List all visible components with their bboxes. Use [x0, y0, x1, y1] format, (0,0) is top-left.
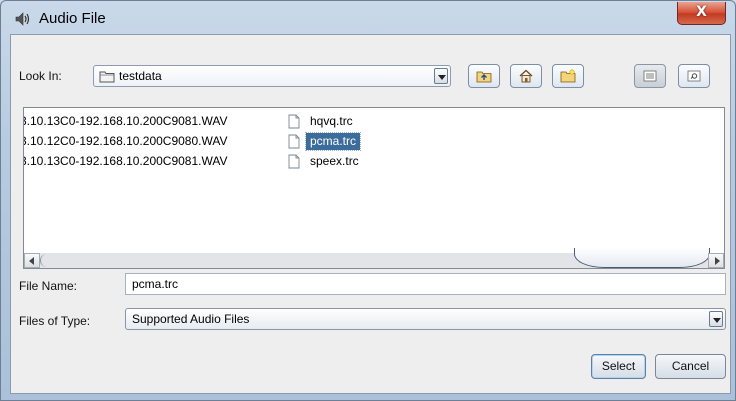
home-button[interactable] — [510, 64, 542, 88]
scrollbar-thumb[interactable] — [574, 248, 710, 268]
dialog-body: Look In: testdata 3.10.13C0-192.168.10.2… — [10, 34, 731, 394]
file-name-field[interactable]: pcma.trc — [125, 273, 726, 295]
folder-icon — [99, 71, 115, 83]
details-view-button[interactable] — [678, 64, 710, 88]
chevron-down-icon[interactable] — [709, 311, 723, 327]
file-name: pcma.trc — [304, 131, 362, 151]
speaker-icon — [15, 12, 30, 26]
list-item[interactable]: 3.10.13C0-192.168.10.200C9081.WAV — [24, 111, 227, 131]
file-list[interactable]: 3.10.13C0-192.168.10.200C9081.WAV 3.10.1… — [23, 107, 725, 255]
scroll-left-button[interactable] — [24, 253, 40, 268]
list-view-icon — [643, 70, 657, 82]
chevron-down-icon[interactable] — [434, 68, 448, 84]
files-of-type-label: Files of Type: — [19, 314, 91, 328]
new-folder-button[interactable] — [552, 64, 584, 88]
list-item[interactable]: hqvq.trc — [288, 111, 363, 131]
look-in-label: Look In: — [19, 69, 62, 83]
file-icon — [288, 134, 300, 148]
files-of-type-value: Supported Audio Files — [132, 312, 250, 326]
new-folder-icon — [560, 69, 576, 83]
wav-column: 3.10.13C0-192.168.10.200C9081.WAV 3.10.1… — [24, 111, 227, 171]
look-in-combo[interactable]: testdata — [93, 65, 451, 87]
list-view-button[interactable] — [634, 64, 666, 88]
dialog-window: Audio File X Look In: testdata 3.10.13C0… — [0, 0, 736, 401]
scrollbar-track-edge — [40, 254, 59, 267]
list-item[interactable]: speex.trc — [288, 151, 363, 171]
scroll-right-button[interactable] — [708, 253, 724, 268]
look-in-value: testdata — [119, 69, 162, 83]
home-icon — [519, 69, 533, 83]
details-view-icon — [687, 70, 701, 82]
cancel-button[interactable]: Cancel — [655, 354, 726, 379]
up-one-level-button[interactable] — [468, 64, 500, 88]
window-title: Audio File — [39, 10, 106, 27]
file-name-label: File Name: — [19, 279, 78, 293]
list-item[interactable]: 3.10.12C0-192.168.10.200C9080.WAV — [24, 131, 227, 151]
list-item[interactable]: pcma.trc — [288, 131, 363, 151]
file-icon — [288, 114, 300, 128]
close-button[interactable]: X — [677, 2, 726, 25]
up-one-level-icon — [476, 71, 492, 83]
file-name: speex.trc — [310, 153, 359, 168]
list-item[interactable]: 3.10.13C0-192.168.10.200C9081.WAV — [24, 151, 227, 171]
files-of-type-select[interactable]: Supported Audio Files — [125, 308, 726, 330]
file-name: hqvq.trc — [310, 113, 353, 128]
select-button[interactable]: Select — [591, 354, 646, 379]
file-icon — [288, 154, 300, 168]
title-bar[interactable]: Audio File X — [1, 1, 736, 35]
trc-column: hqvq.trc pcma.trc speex.trc — [288, 111, 363, 171]
horizontal-scrollbar[interactable] — [23, 248, 725, 269]
